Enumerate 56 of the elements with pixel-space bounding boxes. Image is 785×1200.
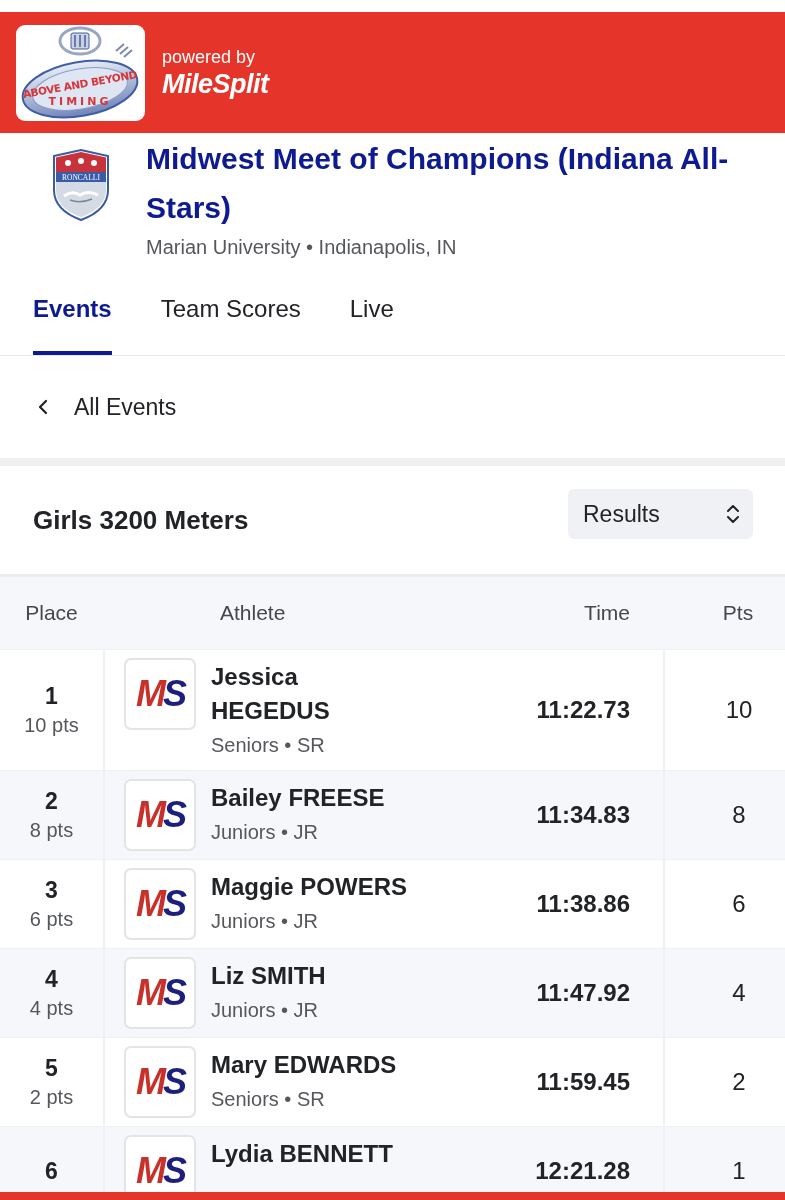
powered-by-text: powered by bbox=[162, 45, 257, 68]
athlete-name[interactable]: Liz SMITH bbox=[211, 959, 423, 993]
place-points: 10 pts bbox=[24, 713, 79, 738]
place-number: 1 bbox=[45, 682, 58, 711]
column-header: Time bbox=[584, 601, 630, 625]
event-title: Girls 3200 Meters bbox=[33, 504, 249, 536]
place-number: 6 bbox=[45, 1157, 58, 1186]
column-header: Pts bbox=[722, 601, 754, 625]
result-time: 11:38.86 bbox=[536, 890, 630, 918]
place-number: 3 bbox=[45, 876, 58, 905]
points-value: 1 bbox=[732, 1157, 746, 1185]
all-events-link[interactable]: All Events bbox=[38, 393, 177, 421]
place-points: 8 pts bbox=[29, 818, 74, 843]
meet-title: Midwest Meet of Champions (Indiana All-Stars) bbox=[146, 141, 730, 226]
athlete-team: Seniors • SR bbox=[211, 1087, 326, 1112]
athlete-name[interactable]: Jessica HEGEDUS bbox=[211, 660, 423, 728]
athlete-team: Seniors • SR bbox=[211, 733, 326, 758]
result-time: 11:47.92 bbox=[536, 979, 630, 1007]
points-value: 4 bbox=[732, 979, 746, 1007]
place-number: 5 bbox=[45, 1054, 58, 1083]
athlete-name[interactable]: Bailey FREESE bbox=[211, 781, 423, 815]
column-header: Place bbox=[25, 601, 78, 625]
logo-text: TIMING bbox=[48, 94, 112, 108]
brand-wordmark: MileSplit bbox=[162, 67, 269, 100]
result-time: 11:34.83 bbox=[536, 801, 630, 829]
meet-location: Marian University • Indianapolis, IN bbox=[146, 235, 458, 260]
team-logo: MS bbox=[124, 779, 196, 851]
athlete-team: Juniors • JR bbox=[211, 820, 320, 845]
points-value: 2 bbox=[732, 1068, 746, 1096]
team-logo: MS bbox=[124, 868, 196, 940]
result-time: 11:22.73 bbox=[536, 696, 630, 724]
place-number: 2 bbox=[45, 787, 58, 816]
athlete-name[interactable]: Lydia BENNETT bbox=[211, 1137, 423, 1171]
place-points: 4 pts bbox=[29, 996, 74, 1021]
athlete-team: Juniors • JR bbox=[211, 998, 320, 1023]
athlete-name[interactable]: Maggie POWERS bbox=[211, 870, 423, 904]
athlete-team: Juniors • JR bbox=[211, 909, 320, 934]
tab[interactable]: Live bbox=[349, 262, 394, 355]
team-logo: MS bbox=[124, 957, 196, 1029]
place-number: 4 bbox=[45, 965, 58, 994]
result-time: 11:59.45 bbox=[536, 1068, 630, 1096]
points-value: 10 bbox=[725, 696, 753, 724]
points-value: 6 bbox=[732, 890, 746, 918]
tab[interactable]: Team Scores bbox=[160, 262, 301, 355]
team-logo: MS bbox=[124, 658, 196, 730]
place-points: 6 pts bbox=[29, 907, 74, 932]
athlete-name[interactable]: Mary EDWARDS bbox=[211, 1048, 423, 1082]
result-time: 12:21.28 bbox=[535, 1157, 630, 1185]
chevron-left-icon bbox=[38, 399, 48, 415]
chevron-up-down-icon bbox=[726, 504, 740, 524]
place-points: 2 pts bbox=[29, 1085, 74, 1110]
team-logo: MS bbox=[124, 1046, 196, 1118]
column-header: Athlete bbox=[220, 601, 286, 625]
school-crest-drawing bbox=[53, 149, 109, 221]
points-value: 8 bbox=[732, 801, 746, 829]
results-select[interactable]: Results bbox=[568, 489, 753, 539]
